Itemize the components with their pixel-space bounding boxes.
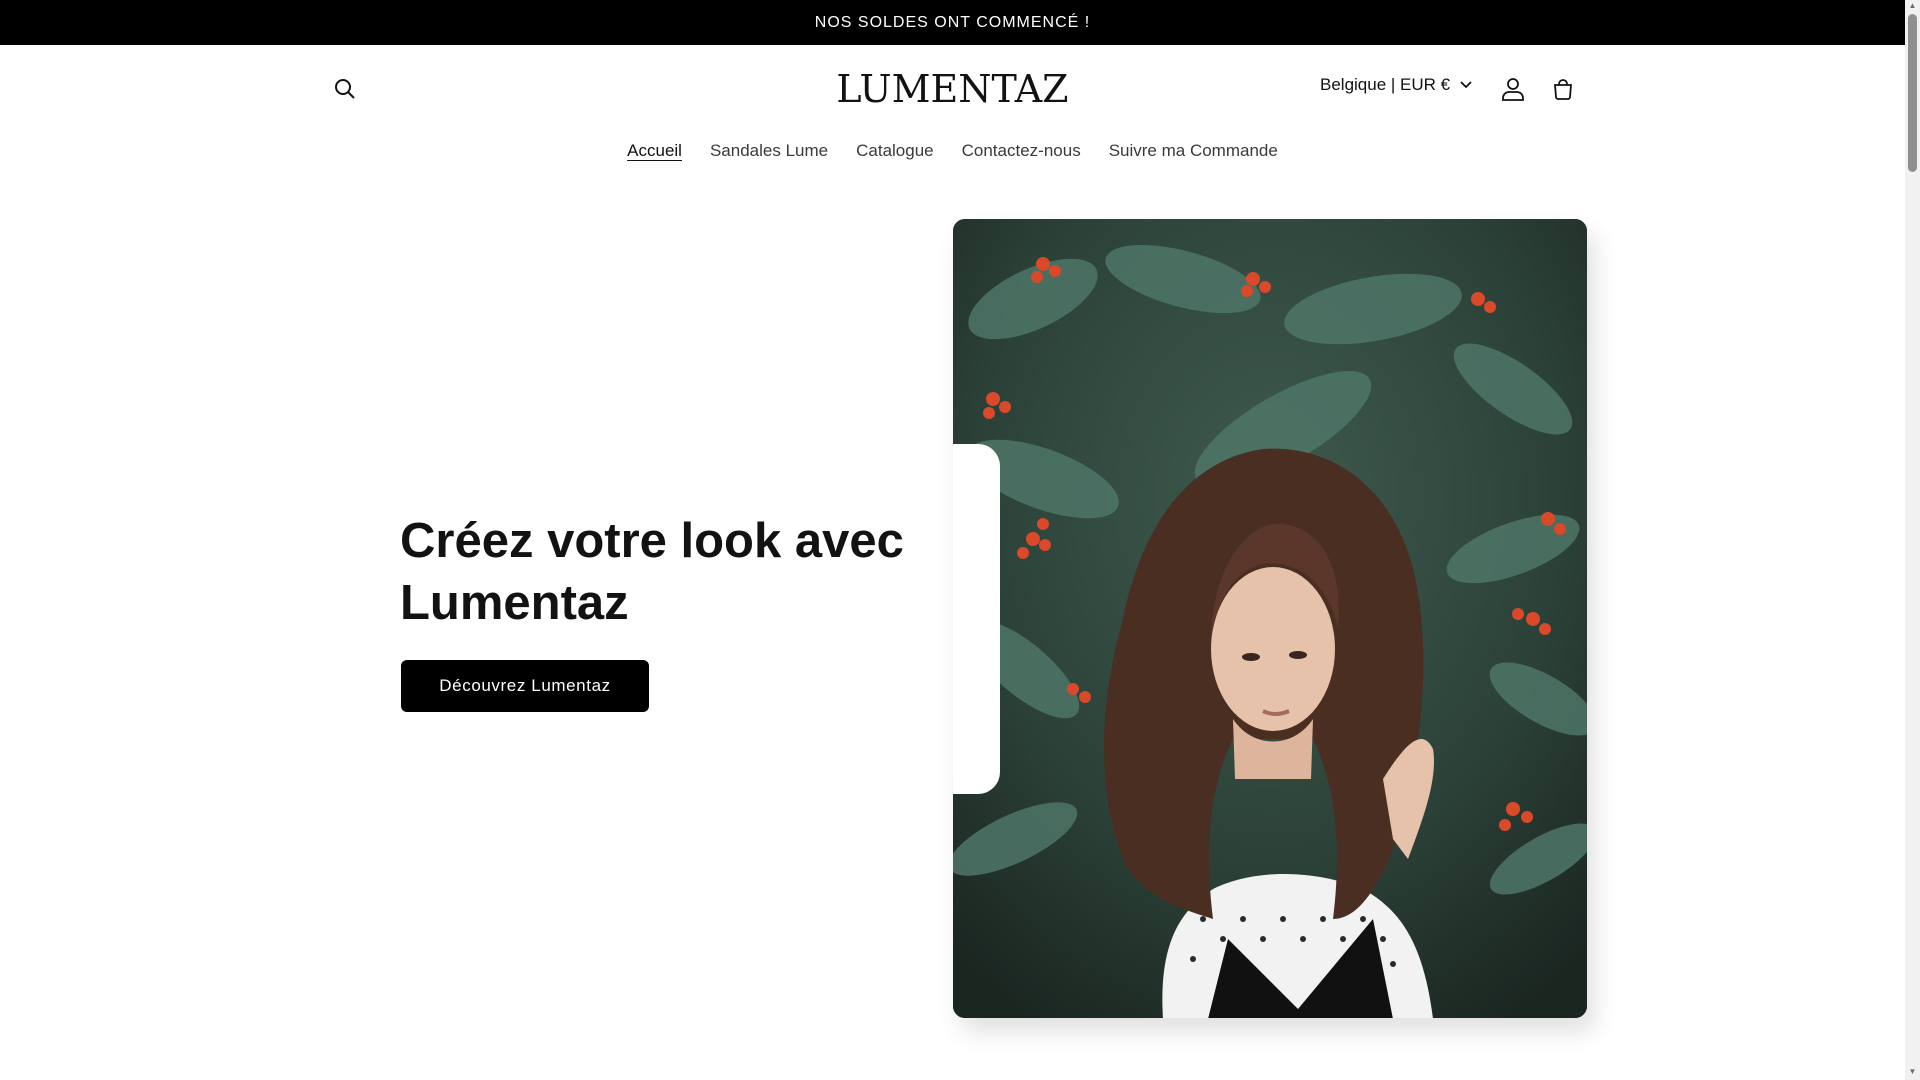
cart-icon: [1554, 79, 1572, 100]
nav-item-catalogue[interactable]: Catalogue: [842, 137, 948, 165]
cart-button[interactable]: [1541, 67, 1585, 111]
logo: LUMENTAZ: [0, 67, 1905, 111]
woman-portrait-photo: [953, 219, 1587, 1018]
nav-item-contactez-nous[interactable]: Contactez-nous: [948, 137, 1095, 165]
scroll-down-arrow[interactable]: ▼: [1908, 1068, 1917, 1076]
account-button[interactable]: [1491, 67, 1535, 111]
scroll-up-arrow[interactable]: ▲: [1908, 2, 1917, 10]
search-button[interactable]: [323, 67, 367, 111]
localization-label: Belgique | EUR €: [1320, 75, 1451, 94]
nav-item-sandales-lume[interactable]: Sandales Lume: [696, 137, 842, 165]
country-currency-selector[interactable]: Belgique | EUR €: [1320, 67, 1472, 103]
discover-button[interactable]: Découvrez Lumentaz: [401, 660, 649, 712]
scrollbar-thumb[interactable]: [1908, 14, 1917, 172]
site-header: LUMENTAZ Belgique | EUR €: [0, 45, 1905, 135]
search-icon: [335, 79, 355, 99]
nav-item-suivre-commande[interactable]: Suivre ma Commande: [1095, 137, 1292, 165]
logo-link[interactable]: LUMENTAZ: [836, 67, 1068, 111]
hero-heading: Créez votre look avec Lumentaz: [400, 510, 960, 634]
announcement-bar: NOS SOLDES ONT COMMENCÉ !: [0, 0, 1905, 45]
hero-heading-line-2: Lumentaz: [400, 576, 629, 630]
hero-image: [953, 219, 1587, 1018]
hero-image-notch: [953, 444, 1000, 794]
chevron-down-icon: [1460, 81, 1472, 89]
announcement-text: NOS SOLDES ONT COMMENCÉ !: [814, 13, 1091, 31]
main-navigation: Accueil Sandales Lume Catalogue Contacte…: [0, 137, 1905, 165]
hero-heading-line-1: Créez votre look avec: [400, 514, 904, 568]
user-icon: [1502, 78, 1524, 101]
nav-item-accueil[interactable]: Accueil: [613, 137, 696, 165]
